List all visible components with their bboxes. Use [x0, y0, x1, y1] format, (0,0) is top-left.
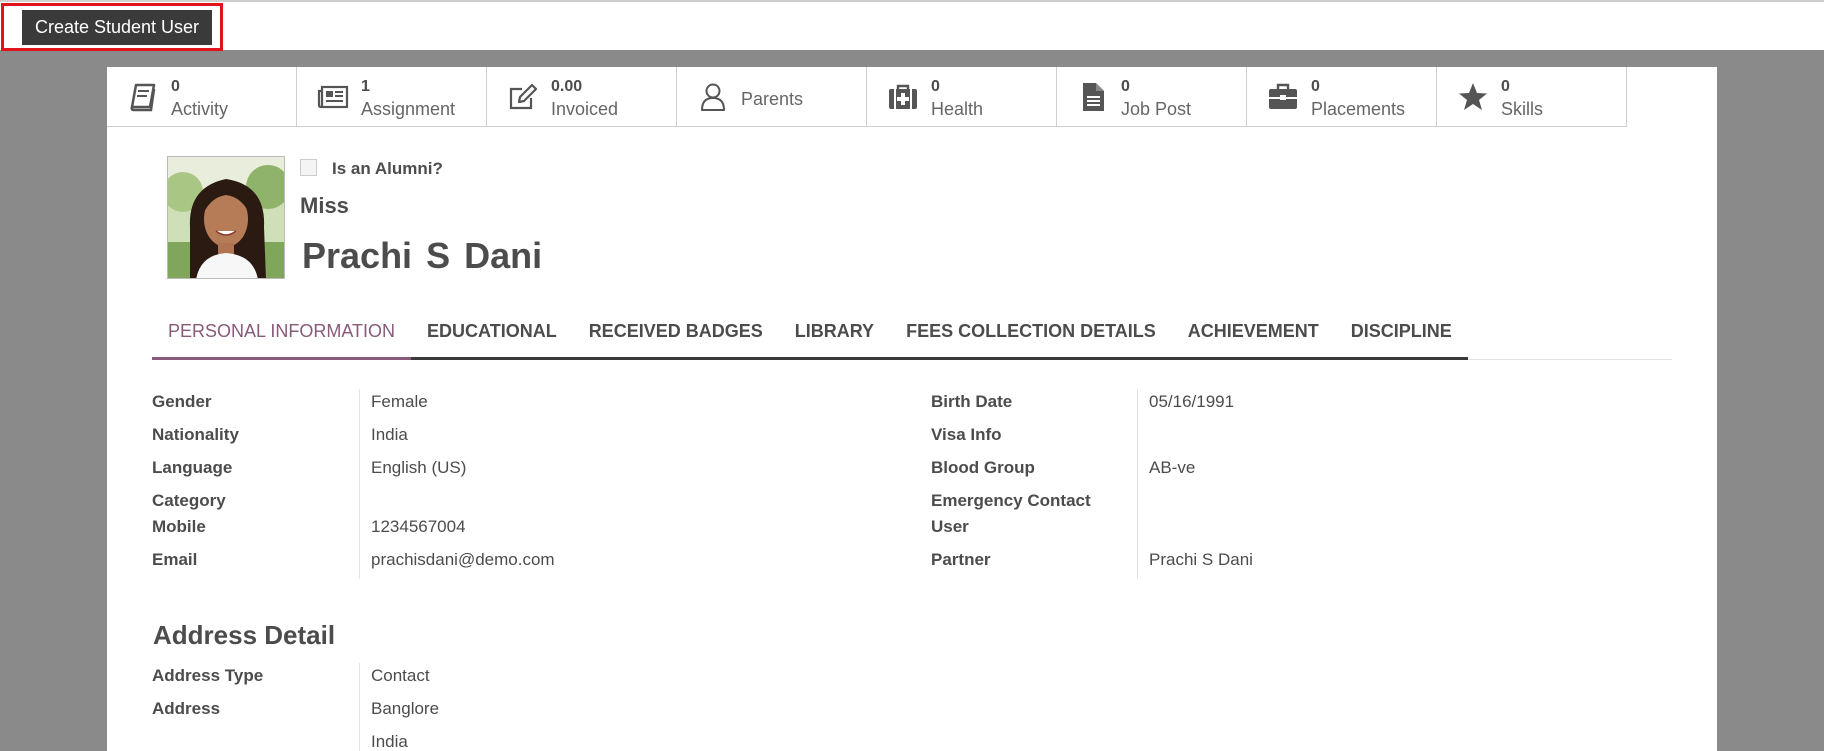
- stat-health[interactable]: 0 Health: [867, 67, 1057, 127]
- stat-label: Invoiced: [551, 99, 619, 119]
- stat-count: 0: [1311, 78, 1320, 95]
- newspaper-icon: [317, 85, 349, 109]
- student-title: Miss: [300, 193, 349, 218]
- blood-group-label: Blood Group: [931, 458, 1035, 477]
- stat-placements[interactable]: 0 Placements: [1247, 67, 1437, 127]
- stat-label: Health: [931, 99, 984, 119]
- gender-label: Gender: [152, 392, 212, 411]
- right-divider: [1137, 389, 1138, 579]
- mobile-value[interactable]: 1234567004: [371, 517, 466, 537]
- birth-date-value[interactable]: 05/16/1991: [1149, 392, 1234, 412]
- briefcase-icon: [1269, 83, 1297, 109]
- create-student-user-button[interactable]: Create Student User: [22, 10, 212, 45]
- address-type-value[interactable]: Contact: [371, 666, 430, 686]
- tab-discipline[interactable]: DISCIPLINE: [1335, 310, 1468, 357]
- stat-skills[interactable]: 0 Skills: [1437, 67, 1627, 127]
- star-icon: [1459, 83, 1487, 110]
- first-name: Prachi: [302, 235, 413, 276]
- stat-count: 0: [1501, 78, 1510, 95]
- stat-label: Skills: [1501, 99, 1544, 119]
- portrait-image: [168, 157, 284, 278]
- alumni-label: Is an Alumni?: [332, 159, 443, 178]
- stat-label: Placements: [1311, 99, 1406, 119]
- email-value[interactable]: prachisdani@demo.com: [371, 550, 555, 570]
- mobile-label: Mobile: [152, 517, 206, 536]
- emergency-contact-label-line2: User: [931, 517, 969, 536]
- tab-educational[interactable]: EDUCATIONAL: [411, 310, 573, 357]
- language-label: Language: [152, 458, 233, 477]
- partner-value[interactable]: Prachi S Dani: [1149, 550, 1253, 570]
- tab-library[interactable]: LIBRARY: [779, 310, 890, 357]
- language-value[interactable]: English (US): [371, 458, 466, 478]
- stat-label: Job Post: [1121, 99, 1192, 119]
- tab-fees-collection-details[interactable]: FEES COLLECTION DETAILS: [890, 310, 1172, 357]
- notebook-tabs: PERSONAL INFORMATION EDUCATIONAL RECEIVE…: [152, 310, 1672, 360]
- student-name: Prachi S Dani: [302, 235, 542, 277]
- control-panel: Create Student User: [0, 0, 1824, 51]
- tab-row: PERSONAL INFORMATION EDUCATIONAL RECEIVE…: [152, 310, 1468, 360]
- address-section-title: Address Detail: [153, 620, 336, 650]
- stat-assignment[interactable]: 1 Assignment: [297, 67, 487, 127]
- file-icon: [1083, 83, 1104, 111]
- emergency-contact-label: Emergency Contact: [931, 491, 1091, 510]
- stat-label: Assignment: [361, 99, 456, 119]
- partner-label: Partner: [931, 550, 991, 569]
- stat-invoiced[interactable]: 0.00 Invoiced: [487, 67, 677, 127]
- birth-date-label: Birth Date: [931, 392, 1013, 411]
- left-divider: [359, 389, 360, 579]
- tab-received-badges[interactable]: RECEIVED BADGES: [573, 310, 779, 357]
- address-label: Address: [152, 699, 221, 718]
- blood-group-value[interactable]: AB-ve: [1149, 458, 1195, 478]
- user-icon: [701, 83, 725, 111]
- gender-value[interactable]: Female: [371, 392, 428, 412]
- nationality-label: Nationality: [152, 425, 239, 444]
- visa-info-label: Visa Info: [931, 425, 1002, 444]
- stat-parents[interactable]: Parents: [677, 67, 867, 127]
- edit-icon: [509, 83, 538, 110]
- student-photo[interactable]: [167, 156, 285, 279]
- stat-button-box: 0 Activity 1 Assignment 0.00 Invoiced Pa…: [107, 67, 1627, 127]
- form-sheet: 0 Activity 1 Assignment 0.00 Invoiced Pa…: [107, 67, 1717, 751]
- medkit-icon: [889, 84, 917, 109]
- address-line2[interactable]: India: [371, 732, 408, 751]
- stat-activity[interactable]: 0 Activity: [107, 67, 297, 127]
- stat-count: 1: [361, 78, 370, 95]
- middle-name: S: [426, 235, 451, 276]
- stat-job-post[interactable]: 0 Job Post: [1057, 67, 1247, 127]
- stat-count: 0.00: [551, 78, 583, 95]
- address-divider: [359, 663, 360, 751]
- stat-label: Parents: [741, 89, 804, 109]
- book-icon: [130, 83, 156, 112]
- last-name: Dani: [464, 235, 543, 276]
- category-label: Category: [152, 491, 226, 510]
- address-line1[interactable]: Banglore: [371, 699, 439, 719]
- tab-personal-information[interactable]: PERSONAL INFORMATION: [152, 310, 412, 360]
- nationality-value[interactable]: India: [371, 425, 408, 445]
- address-type-label: Address Type: [152, 666, 264, 685]
- tab-achievement[interactable]: ACHIEVEMENT: [1172, 310, 1335, 357]
- email-label: Email: [152, 550, 198, 569]
- stat-count: 0: [1121, 78, 1130, 95]
- stat-count: 0: [931, 78, 940, 95]
- stat-label: Activity: [171, 99, 229, 119]
- stat-count: 0: [171, 78, 180, 95]
- alumni-checkbox[interactable]: [300, 159, 317, 176]
